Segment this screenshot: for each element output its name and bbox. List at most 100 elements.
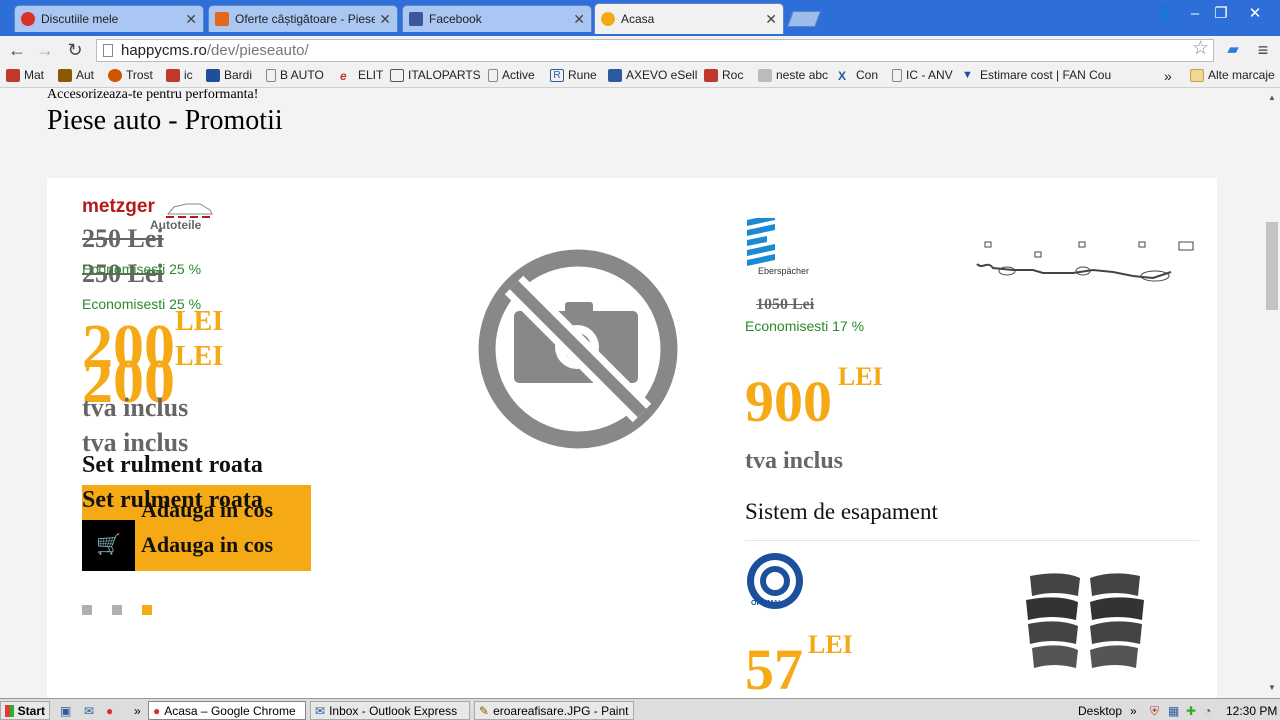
tab-strip: Discutiile mele ✕ Oferte câștigătoare - … xyxy=(0,0,1280,36)
price: 900 xyxy=(745,369,832,434)
bookmark-item[interactable]: Roc xyxy=(704,68,743,82)
bookmark-item[interactable]: Bardi xyxy=(206,68,252,82)
close-tab-icon[interactable]: ✕ xyxy=(573,11,585,28)
cart-icon[interactable]: 🛒 xyxy=(82,520,135,571)
tab-acasa[interactable]: Acasa ✕ xyxy=(594,3,784,34)
tab-title: Acasa xyxy=(621,12,655,26)
new-tab-button[interactable] xyxy=(787,11,821,27)
forward-arrow-icon[interactable]: → xyxy=(34,39,56,61)
bookmark-label: Mat xyxy=(24,68,45,82)
scroll-down-icon[interactable]: ▼ xyxy=(1268,683,1276,692)
close-tab-icon[interactable]: ✕ xyxy=(185,11,197,28)
quicklaunch-outlook-icon[interactable]: ✉ xyxy=(80,701,98,720)
page-tagline: Accesorizeaza-te pentru performanta! xyxy=(47,89,259,102)
bookmark-item[interactable]: R Rune xyxy=(550,68,597,82)
menu-icon[interactable]: ≡ xyxy=(1252,39,1274,61)
bookmark-favicon xyxy=(704,68,718,82)
tray-expand-icon[interactable]: » xyxy=(1126,701,1141,720)
bookmark-star-icon[interactable]: ☆ xyxy=(1192,38,1209,59)
savings-text: Economisesti 17 % xyxy=(745,318,865,334)
more-bookmarks-icon[interactable]: » xyxy=(1164,68,1172,84)
add-to-cart-label-duplicate[interactable]: Adauga in cos xyxy=(141,532,273,558)
reload-icon[interactable]: ↻ xyxy=(64,39,86,61)
tray-app-icon[interactable]: ✚ xyxy=(1182,701,1200,720)
taskbar-item-chrome[interactable]: ● Acasa – Google Chrome xyxy=(148,701,306,720)
bookmark-item[interactable]: B AUTO xyxy=(266,68,324,82)
quicklaunch-desktop-icon[interactable]: ▣ xyxy=(56,701,75,720)
price: 57 xyxy=(745,637,803,702)
brand-name: metzger xyxy=(82,196,155,217)
start-label: Start xyxy=(17,703,45,718)
page-icon xyxy=(892,68,902,82)
start-button[interactable]: Start xyxy=(0,701,50,720)
bookmark-label: Trost xyxy=(126,68,153,82)
bookmark-item[interactable]: ▼ Estimare cost | FAN Cou xyxy=(962,68,1111,82)
bookmark-favicon: e xyxy=(340,68,347,83)
close-tab-icon[interactable]: ✕ xyxy=(765,11,777,28)
vertical-scrollbar[interactable]: ▲ ▼ xyxy=(1264,89,1280,698)
bookmark-item[interactable]: AXEVO eSell xyxy=(608,68,697,82)
back-arrow-icon[interactable]: ← xyxy=(6,39,28,61)
extension-icon[interactable]: ▰ xyxy=(1222,39,1244,61)
bookmark-label: neste abc xyxy=(776,68,829,82)
bookmark-label: Estimare cost | FAN Cou xyxy=(980,68,1112,82)
old-price: 250 Lei xyxy=(82,224,164,253)
taskbar-item-label: Acasa – Google Chrome xyxy=(164,703,296,718)
tray-shield-icon[interactable]: ⛨ xyxy=(1146,701,1163,720)
bookmark-label: Aut xyxy=(76,68,95,82)
bookmark-label: Con xyxy=(856,68,879,82)
tray-volume-icon[interactable]: ◔ xyxy=(1200,701,1215,720)
tab-facebook[interactable]: Facebook ✕ xyxy=(402,5,592,32)
tab-title: Discutiile mele xyxy=(41,12,119,26)
brand-name: Eberspächer xyxy=(758,266,810,276)
minimize-icon[interactable]: – xyxy=(1184,4,1206,24)
bookmark-item[interactable]: Active xyxy=(488,68,535,82)
quicklaunch-more-icon[interactable]: » xyxy=(130,701,145,720)
bookmark-item[interactable]: Mat xyxy=(6,68,44,82)
bookmark-item[interactable]: ic xyxy=(166,68,193,82)
bookmark-item[interactable]: IC - ANV xyxy=(892,68,953,82)
folder-icon xyxy=(1190,68,1204,82)
bookmark-item[interactable]: Trost xyxy=(108,68,153,82)
bookmark-item[interactable]: ITALOPARTS xyxy=(390,68,481,82)
facebook-icon xyxy=(409,12,423,26)
address-host: happycms.ro xyxy=(121,42,207,59)
vat-label: tva inclus xyxy=(745,448,844,474)
bookmark-label: Active xyxy=(502,68,535,82)
restore-icon[interactable]: ❐ xyxy=(1210,4,1232,24)
taskbar-item-outlook[interactable]: ✉ Inbox - Outlook Express xyxy=(310,701,470,720)
bookmark-item[interactable]: Aut xyxy=(58,68,94,82)
desktop-toolbar-label[interactable]: Desktop xyxy=(1074,701,1126,720)
bookmark-label: Roc xyxy=(722,68,744,82)
tab-discutiile[interactable]: Discutiile mele ✕ xyxy=(14,5,204,32)
tray-network-icon[interactable]: ▦ xyxy=(1164,701,1183,720)
taskbar-item-paint[interactable]: ✎ eroareafisare.JPG - Paint xyxy=(474,701,634,720)
slider-dot-2[interactable] xyxy=(112,605,122,615)
brand-name: OPTIMAL xyxy=(751,600,783,607)
close-window-icon[interactable]: ✕ xyxy=(1244,4,1266,24)
bookmark-item[interactable]: X Con xyxy=(838,68,879,83)
close-tab-icon[interactable]: ✕ xyxy=(379,11,391,28)
currency: LEI xyxy=(175,306,224,337)
add-to-cart-label[interactable]: Adauga in cos xyxy=(141,497,273,523)
user-icon[interactable]: 👤 xyxy=(1154,4,1176,24)
slider-dot-1[interactable] xyxy=(82,605,92,615)
scrollbar-thumb[interactable] xyxy=(1266,222,1278,310)
page-icon xyxy=(266,68,276,82)
quicklaunch-chrome-icon[interactable]: ● xyxy=(102,701,117,720)
bookmark-favicon: ▼ xyxy=(962,68,973,81)
exhaust-diagram-image xyxy=(976,241,1194,282)
bookmark-favicon xyxy=(108,68,122,82)
bookmark-favicon xyxy=(206,68,220,82)
scroll-up-icon[interactable]: ▲ xyxy=(1268,93,1276,102)
currency: LEI xyxy=(808,630,853,659)
old-price: 1050 Lei xyxy=(756,296,815,313)
address-bar[interactable]: happycms.ro/dev/pieseauto/ ☆ xyxy=(96,38,1214,62)
bookmark-favicon xyxy=(166,68,180,82)
metzger-logo: metzger Autoteile xyxy=(82,196,214,232)
slider-dot-3-active[interactable] xyxy=(142,605,152,615)
bookmark-item[interactable]: e ELIT xyxy=(340,68,383,83)
other-bookmarks[interactable]: Alte marcaje xyxy=(1190,68,1275,82)
bookmark-item[interactable]: neste abc xyxy=(758,68,828,82)
tab-oferte[interactable]: Oferte câștigătoare - PieseA ✕ xyxy=(208,5,398,32)
